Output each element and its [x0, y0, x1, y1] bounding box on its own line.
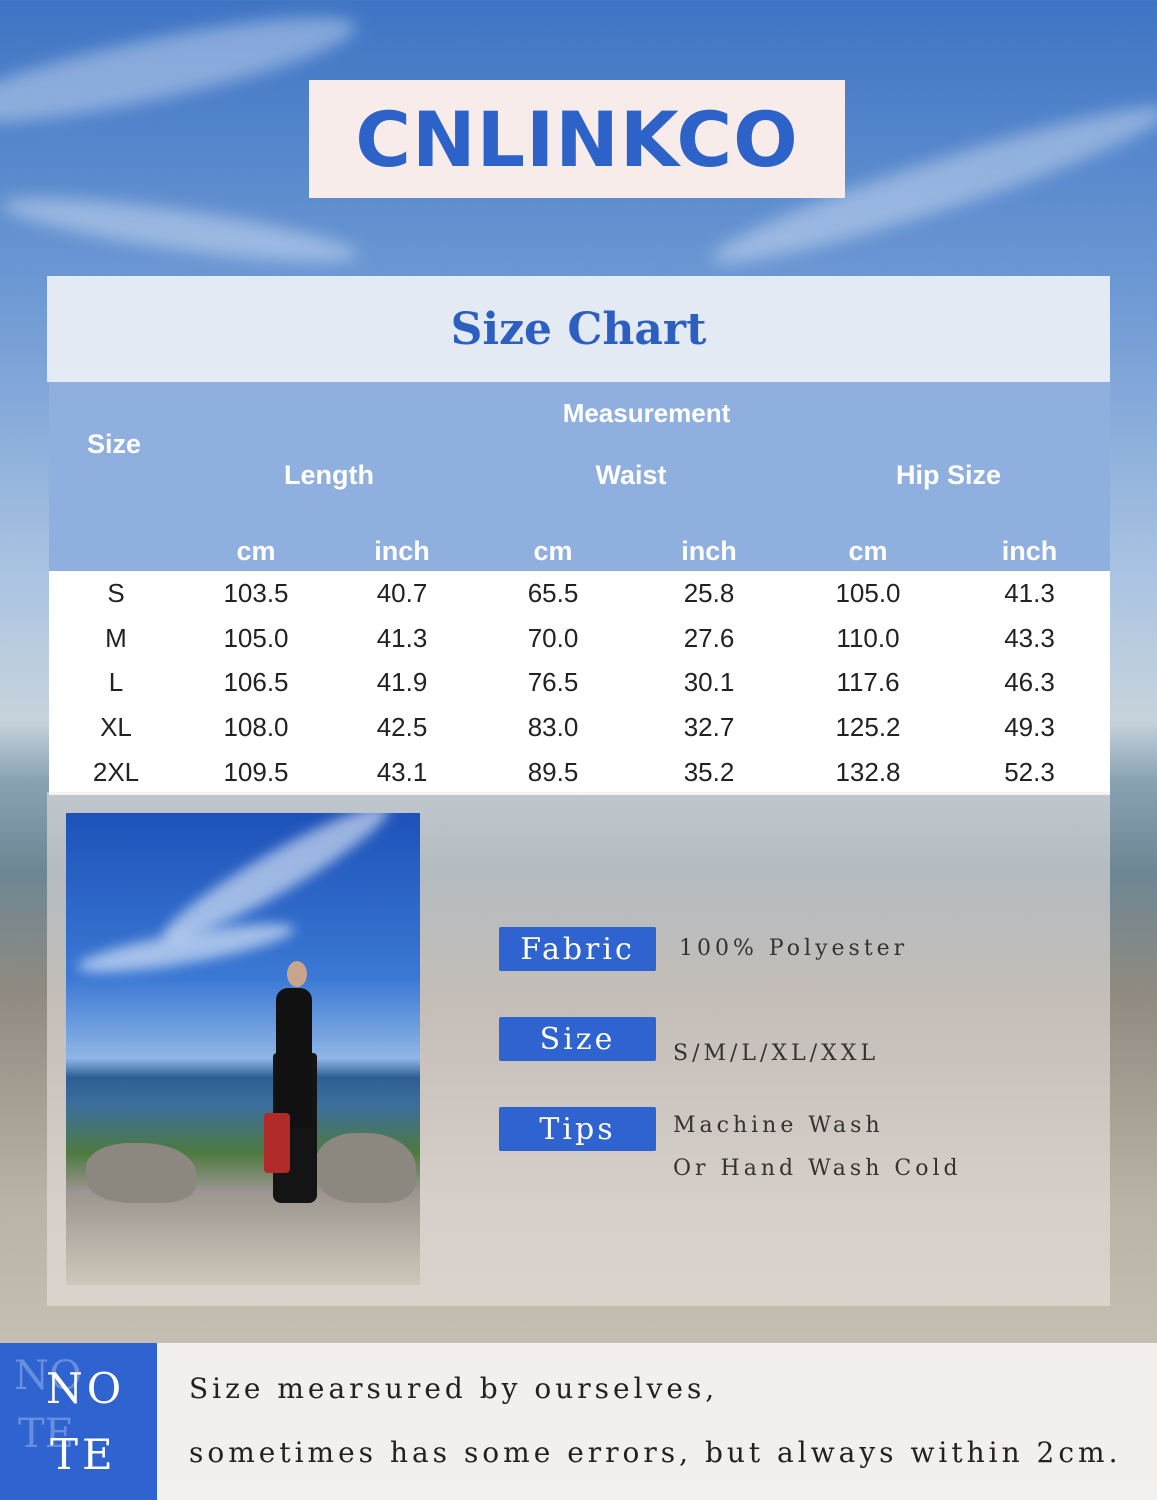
size-cell: XL: [49, 705, 183, 751]
header-unit: cm: [787, 506, 949, 571]
note-line-2: sometimes has some errors, but always wi…: [189, 1436, 1122, 1469]
photo-rock: [316, 1133, 416, 1203]
size-chart-title: Size Chart: [450, 303, 707, 355]
value-cell: 41.3: [949, 571, 1110, 616]
value-cell: 27.6: [631, 615, 787, 661]
header-unit: inch: [329, 506, 475, 571]
model-photo: [66, 813, 420, 1285]
model-red-bag: [264, 1113, 290, 1173]
size-cell: L: [49, 660, 183, 706]
header-unit: inch: [631, 506, 787, 571]
note-word-line-1: NO: [46, 1364, 126, 1413]
value-cell: 109.5: [183, 750, 329, 795]
fabric-value: 100% Polyester: [679, 936, 909, 961]
value-cell: 40.7: [329, 571, 475, 616]
header-length: Length: [183, 444, 475, 506]
value-cell: 106.5: [183, 660, 329, 706]
note-badge: NO TE NO TE: [0, 1343, 157, 1500]
note-word-line-2: TE: [50, 1430, 117, 1479]
table-row: XL 108.0 42.5 83.0 32.7 125.2 49.3: [49, 705, 1110, 751]
brand-banner: CNLINKCO: [309, 80, 845, 198]
size-label: Size: [499, 1017, 656, 1061]
table-row: L 106.5 41.9 76.5 30.1 117.6 46.3: [49, 660, 1110, 706]
cloud-streak: [0, 185, 362, 275]
value-cell: 70.0: [475, 615, 631, 661]
photo-rock: [86, 1143, 196, 1203]
value-cell: 41.3: [329, 615, 475, 661]
tips-label: Tips: [499, 1107, 656, 1151]
value-cell: 105.0: [183, 615, 329, 661]
tips-line-2: Or Hand Wash Cold: [673, 1156, 962, 1181]
value-cell: 110.0: [787, 615, 949, 661]
size-cell: S: [49, 571, 183, 616]
value-cell: 83.0: [475, 705, 631, 751]
value-cell: 32.7: [631, 705, 787, 751]
value-cell: 65.5: [475, 571, 631, 616]
value-cell: 76.5: [475, 660, 631, 706]
header-unit: cm: [475, 506, 631, 571]
table-row: M 105.0 41.3 70.0 27.6 110.0 43.3: [49, 615, 1110, 661]
header-waist: Waist: [475, 444, 787, 506]
cloud-streak: [0, 0, 362, 144]
value-cell: 49.3: [949, 705, 1110, 751]
value-cell: 89.5: [475, 750, 631, 795]
value-cell: 41.9: [329, 660, 475, 706]
fabric-label: Fabric: [499, 927, 656, 971]
table-row: 2XL 109.5 43.1 89.5 35.2 132.8 52.3: [49, 750, 1110, 795]
value-cell: 125.2: [787, 705, 949, 751]
value-cell: 46.3: [949, 660, 1110, 706]
note-line-1: Size mearsured by ourselves,: [189, 1372, 719, 1405]
value-cell: 42.5: [329, 705, 475, 751]
brand-name: CNLINKCO: [355, 94, 799, 184]
size-cell: M: [49, 615, 183, 661]
header-size: Size: [49, 382, 183, 506]
value-cell: 117.6: [787, 660, 949, 706]
tips-line-1: Machine Wash: [673, 1113, 884, 1138]
model-figure-head: [287, 961, 307, 987]
value-cell: 30.1: [631, 660, 787, 706]
value-cell: 35.2: [631, 750, 787, 795]
size-value: S/M/L/XL/XXL: [673, 1041, 880, 1066]
value-cell: 103.5: [183, 571, 329, 616]
size-cell: 2XL: [49, 750, 183, 795]
value-cell: 132.8: [787, 750, 949, 795]
note-text-band: [157, 1343, 1157, 1500]
table-row: S 103.5 40.7 65.5 25.8 105.0 41.3: [49, 571, 1110, 616]
value-cell: 43.3: [949, 615, 1110, 661]
value-cell: 108.0: [183, 705, 329, 751]
header-hip-size: Hip Size: [787, 444, 1110, 506]
model-figure-body: [276, 988, 312, 1128]
value-cell: 43.1: [329, 750, 475, 795]
size-chart-title-band: Size Chart: [47, 276, 1110, 382]
header-measurement: Measurement: [183, 382, 1110, 444]
size-chart-table: Size Measurement Length Waist Hip Size c…: [49, 382, 1110, 795]
header-unit: inch: [949, 506, 1110, 571]
value-cell: 52.3: [949, 750, 1110, 795]
value-cell: 25.8: [631, 571, 787, 616]
header-unit: cm: [183, 506, 329, 571]
value-cell: 105.0: [787, 571, 949, 616]
header-unit-blank: [49, 506, 183, 571]
